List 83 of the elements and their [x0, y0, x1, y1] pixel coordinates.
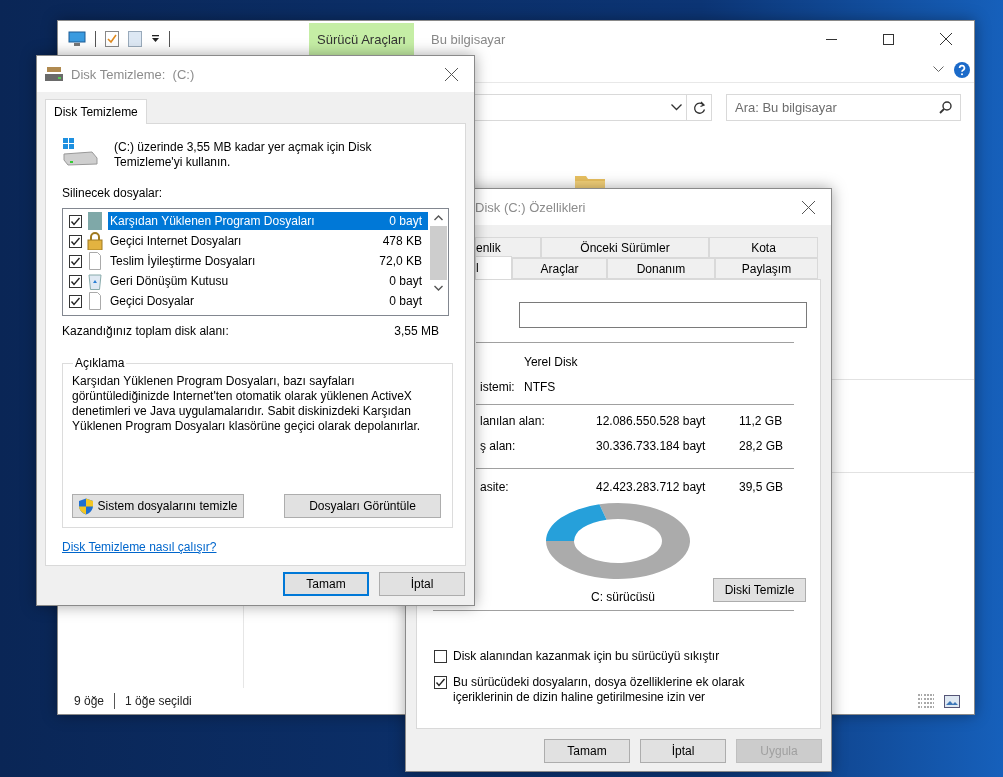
- field-value: 11,2 GB: [739, 414, 784, 428]
- field-value: 42.423.283.712 bayt: [596, 480, 707, 494]
- file-list-item[interactable]: Geçici Internet Dosyaları 478 KB: [108, 232, 428, 250]
- tab[interactable]: Araçlar: [512, 258, 607, 279]
- drive-label: C: sürücüsü: [591, 590, 656, 604]
- tab[interactable]: Donanım: [607, 258, 715, 279]
- document-icon: [87, 252, 103, 270]
- total-value: 3,55 MB: [394, 324, 439, 338]
- tab[interactable]: l: [475, 256, 512, 279]
- shield-icon: [78, 497, 95, 515]
- search-field[interactable]: Ara: Bu bilgisayar: [726, 94, 961, 121]
- close-icon[interactable]: [801, 200, 815, 214]
- checkbox[interactable]: [69, 215, 82, 228]
- option-label: Bu sürücüdeki dosyaların, dosya özelliklerine ek olarak içeriklerinin de dizin haline getirilmesine izin ver: [453, 675, 746, 705]
- dialog-button[interactable]: İptal: [379, 572, 465, 596]
- dialog-title: Disk (C:) Özellikleri: [475, 199, 586, 215]
- disk-cleanup-icon: [45, 66, 63, 82]
- item-count: 9 öğe: [74, 694, 105, 708]
- file-list-item[interactable]: Teslim İyileştirme Dosyaları 72,0 KB: [108, 252, 428, 270]
- selection-count: 1 öğe seçildi: [125, 694, 192, 708]
- disk-type: Yerel Disk: [524, 355, 579, 369]
- dialog-button[interactable]: İptal: [640, 739, 726, 763]
- view-files-button[interactable]: Dosyaları Görüntüle: [284, 494, 441, 518]
- dialog-title: Disk Temizleme: (C:): [71, 66, 195, 82]
- field-value: 39,5 GB: [739, 480, 785, 494]
- help-link[interactable]: Disk Temizleme nasıl çalışır?: [62, 540, 217, 554]
- list-label: Silinecek dosyalar:: [62, 186, 164, 200]
- field-value: NTFS: [524, 380, 557, 394]
- chevron-down-icon[interactable]: [933, 66, 944, 73]
- dialog-button[interactable]: Tamam: [544, 739, 630, 763]
- refresh-button[interactable]: [687, 94, 712, 121]
- intro-text: (C:) üzerinde 3,55 MB kadar yer açmak için Disk Temizleme'yi kullanın.: [114, 139, 373, 170]
- program-files-icon: [87, 212, 103, 230]
- field-value: 12.086.550.528 bayt: [596, 414, 707, 428]
- dialog-button[interactable]: Tamam: [283, 572, 369, 596]
- large-icons-view-icon[interactable]: [944, 694, 960, 708]
- file-list-item[interactable]: Karşıdan Yüklenen Program Dosyaları 0 bayt: [108, 212, 428, 230]
- field-label: istemi:: [480, 380, 516, 394]
- search-icon: [939, 101, 952, 114]
- clean-system-files-button[interactable]: Sistem dosyalarını temizle: [72, 494, 244, 518]
- scroll-up-icon[interactable]: [434, 215, 443, 221]
- help-icon[interactable]: [954, 61, 970, 78]
- total-label: Kazandığınız toplam disk alanı:: [62, 324, 229, 338]
- ribbon-tab[interactable]: Sürücü Araçları: [309, 23, 414, 56]
- field-label: lanılan alan:: [480, 414, 546, 428]
- maximize-icon[interactable]: [883, 33, 894, 45]
- minimize-icon[interactable]: [826, 38, 837, 40]
- field-value: 28,2 GB: [739, 439, 785, 453]
- file-list-item[interactable]: Geçici Dosyalar 0 bayt: [108, 292, 428, 310]
- properties-icon[interactable]: [105, 31, 119, 47]
- scrollbar-thumb[interactable]: [430, 226, 447, 280]
- file-list-item[interactable]: Geri Dönüşüm Kutusu 0 bayt: [108, 272, 428, 290]
- lock-icon: [87, 232, 103, 250]
- refresh-icon: [692, 100, 706, 115]
- scroll-down-icon[interactable]: [434, 285, 443, 291]
- tab[interactable]: Disk Temizleme: [45, 99, 147, 124]
- document-icon: [87, 292, 103, 310]
- drive-icon: [62, 138, 98, 166]
- name-field[interactable]: [519, 302, 807, 328]
- description-text: Karşıdan Yüklenen Program Dosyaları, bazı sayfaları görüntülediğinizde Internet'ten otomatik olarak yüklenen ActiveX denetimleri ve Java uygulamalarıdır. Sabit diskinizdeki Karşıdan Yüklenen Program Dosyaları klasörüne geçici olarak depolanırlar.: [72, 374, 422, 434]
- field-label: ş alan:: [480, 439, 517, 453]
- close-icon[interactable]: [444, 67, 458, 81]
- tab[interactable]: Paylaşım: [715, 258, 818, 279]
- checkbox[interactable]: [69, 255, 82, 268]
- checkbox[interactable]: [69, 235, 82, 248]
- recycle-bin-icon: [87, 272, 103, 290]
- group-title: Açıklama: [74, 356, 126, 370]
- disk-cleanup-button[interactable]: Diski Temizle: [713, 578, 807, 602]
- field-label: asite:: [480, 480, 510, 494]
- tab[interactable]: enlik: [475, 237, 541, 258]
- option-label: Disk alanından kazanmak için bu sürücüyü sıkıştır: [453, 649, 721, 664]
- checkbox[interactable]: [69, 275, 82, 288]
- tab[interactable]: Kota: [709, 237, 818, 258]
- tab[interactable]: Önceki Sürümler: [541, 237, 709, 258]
- checkbox[interactable]: [434, 650, 447, 663]
- checkbox[interactable]: [69, 295, 82, 308]
- computer-icon[interactable]: [68, 31, 86, 47]
- chevron-down-icon[interactable]: [671, 104, 682, 111]
- window-title: Bu bilgisayar: [431, 30, 506, 49]
- dropdown-icon[interactable]: [151, 34, 160, 44]
- field-value: 30.336.733.184 bayt: [596, 439, 707, 453]
- close-icon[interactable]: [939, 33, 952, 45]
- checkbox[interactable]: [434, 676, 447, 689]
